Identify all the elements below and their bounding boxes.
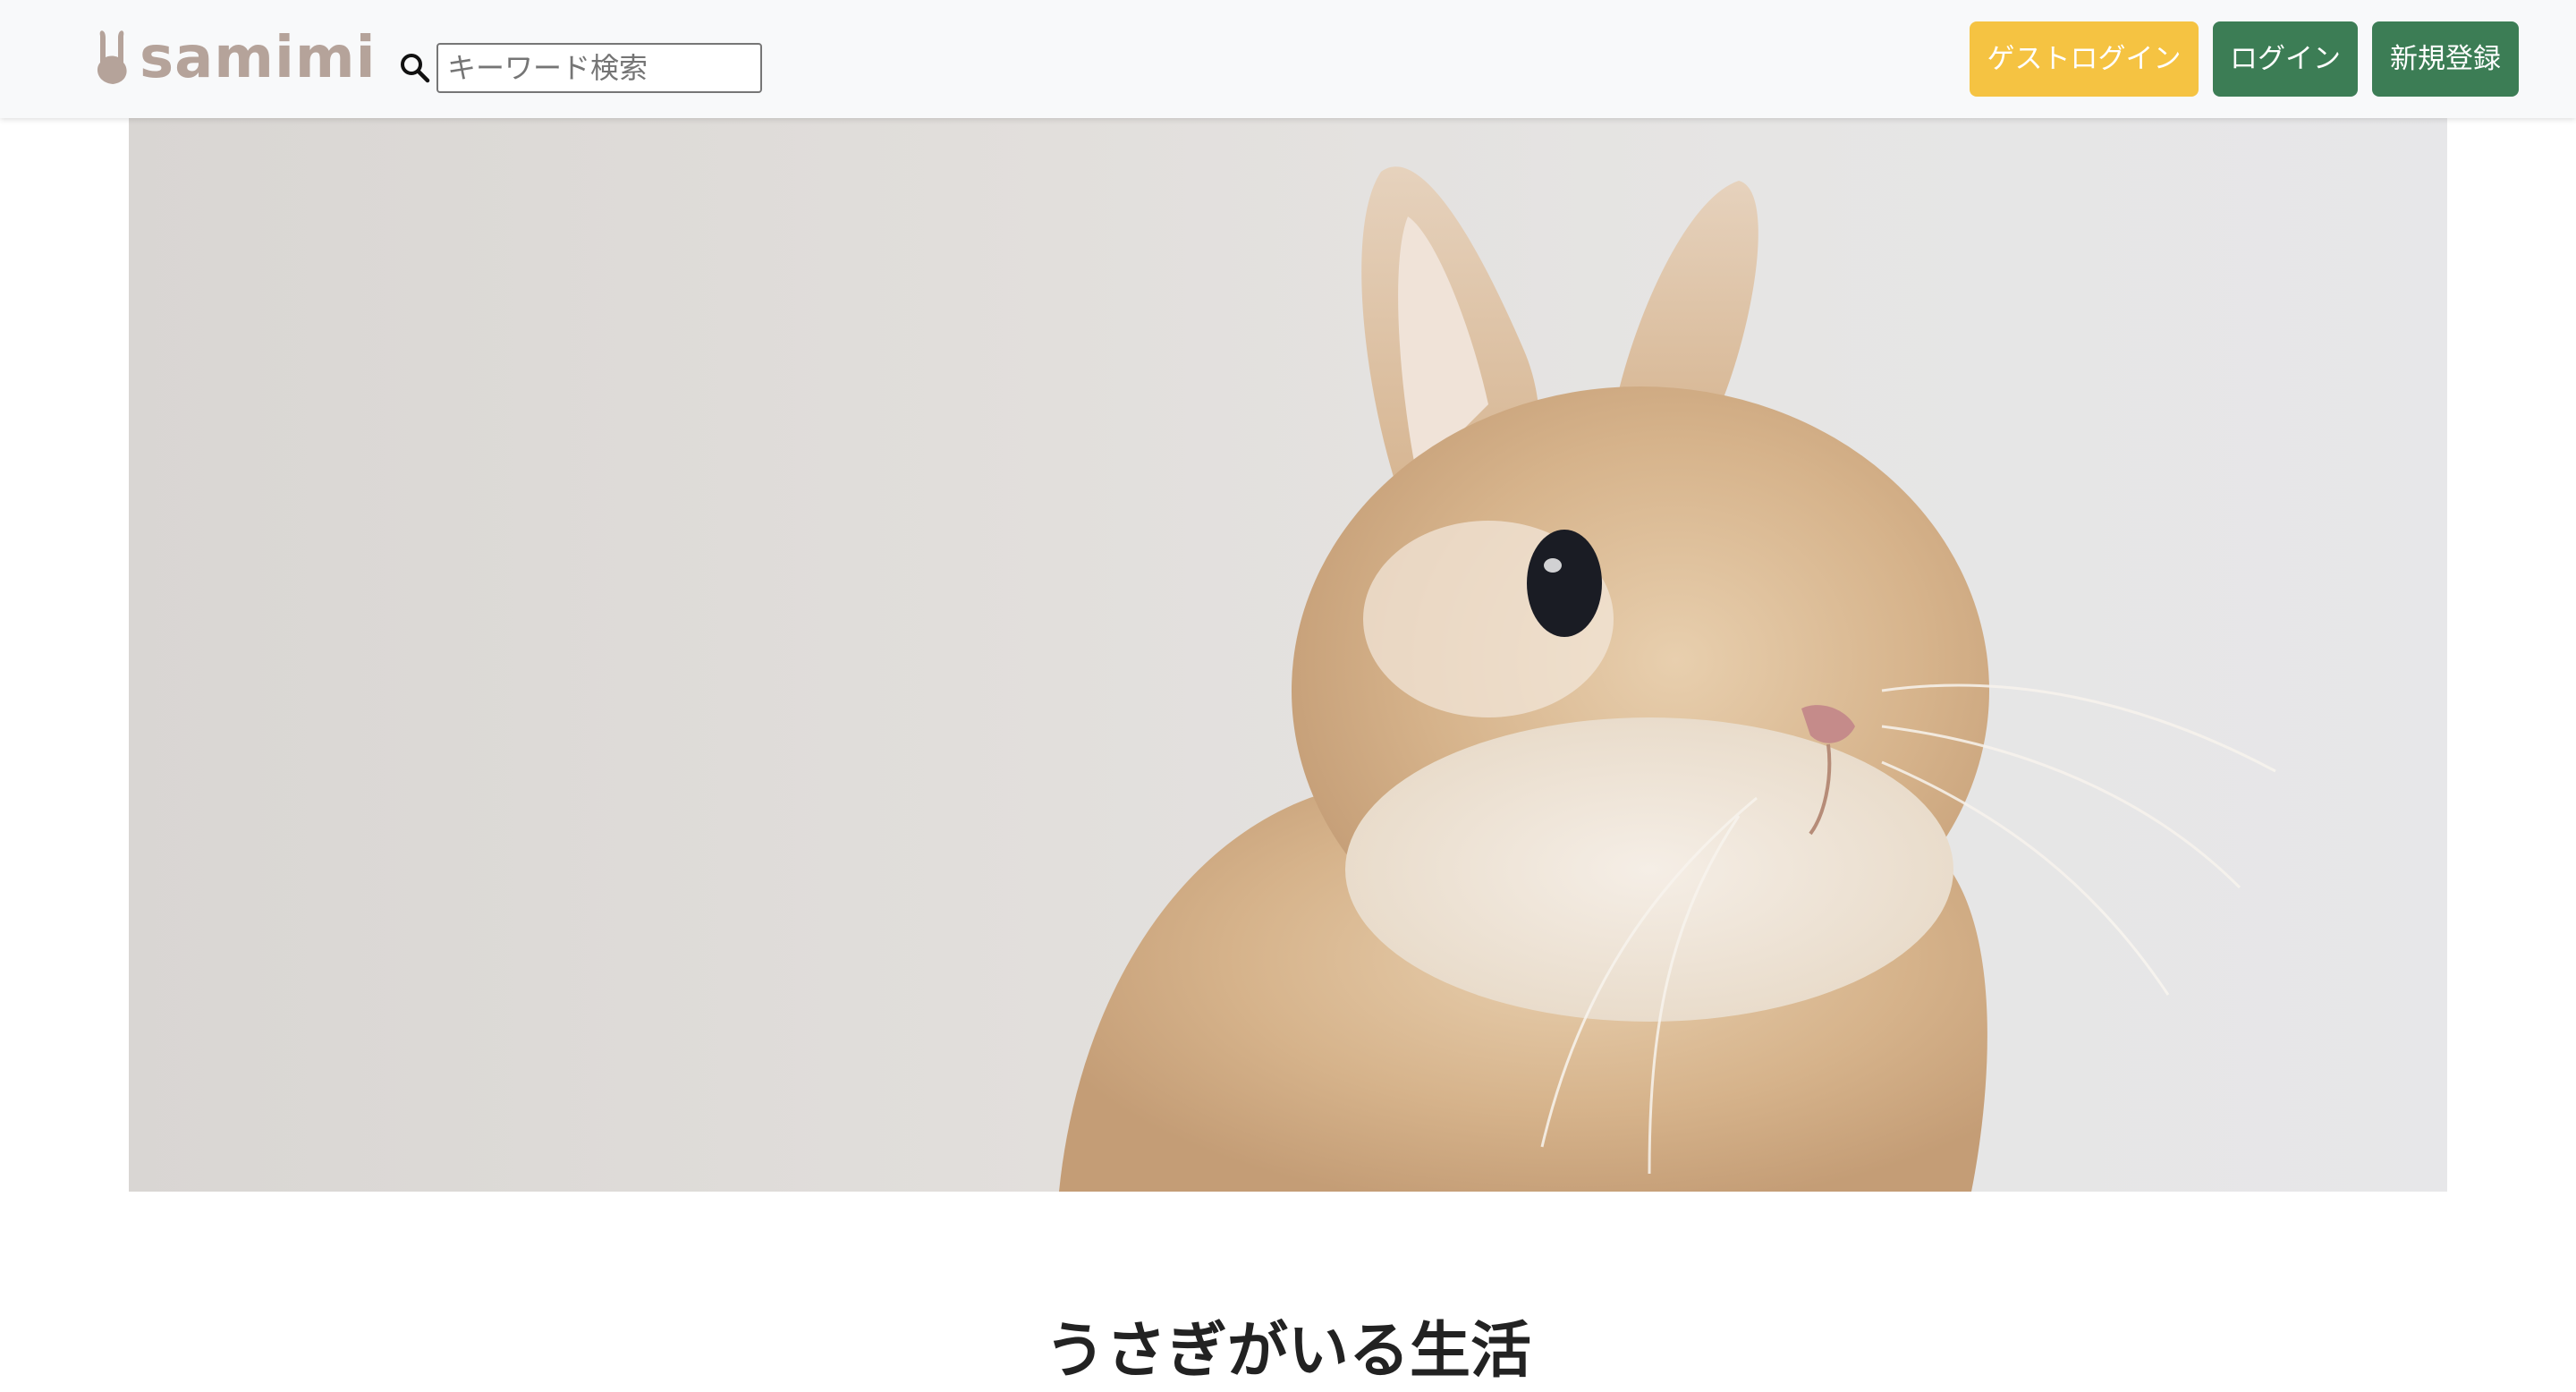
rabbit-logo-icon [97,30,127,84]
search-input[interactable] [436,43,762,93]
page-title: うさぎがいる生活 [1044,1315,1531,1387]
guest-login-button[interactable]: ゲストログイン [1970,21,2199,97]
site-logo[interactable]: samimi [93,27,376,89]
navbar: samimi ゲストログイン ログイン 新規登録 [0,0,2576,118]
signup-button[interactable]: 新規登録 [2372,21,2519,97]
hero-image [129,118,2447,1192]
rabbit-photo [1059,166,2276,1192]
search-icon [401,54,430,83]
login-button[interactable]: ログイン [2213,21,2358,97]
logo-text: samimi [140,25,377,91]
